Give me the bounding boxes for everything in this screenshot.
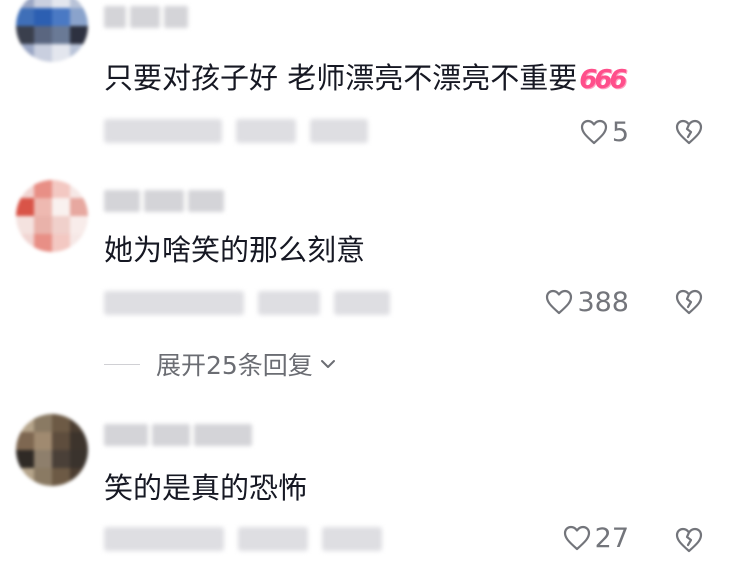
like-button[interactable]: 27: [563, 522, 629, 554]
heart-icon: [580, 119, 607, 145]
avatar-pixel: [34, 8, 52, 26]
chevron-down-icon: [320, 360, 335, 368]
avatar[interactable]: [16, 414, 88, 486]
avatar-pixel: [16, 468, 34, 486]
avatar-pixel: [34, 414, 52, 432]
avatar-pixel: [70, 450, 88, 468]
avatar[interactable]: [16, 0, 88, 62]
username-blurred[interactable]: [104, 424, 252, 450]
avatar-pixel: [70, 26, 88, 44]
broken-heart-icon[interactable]: [675, 526, 703, 554]
expand-replies-label: 展开25条回复: [156, 351, 313, 380]
avatar-pixel: [34, 198, 52, 216]
avatar-pixel: [70, 216, 88, 234]
avatar-pixel: [16, 198, 34, 216]
avatar-pixel: [34, 432, 52, 450]
avatar-pixel: [70, 468, 88, 486]
emoji-666: 666: [579, 65, 627, 95]
avatar-pixel: [16, 234, 34, 252]
heart-icon: [546, 289, 573, 315]
avatar-pixel: [34, 0, 52, 8]
avatar-pixel: [34, 450, 52, 468]
comment-meta-blurred: [104, 288, 390, 318]
avatar-pixel: [52, 26, 70, 44]
comment-text: 笑的是真的恐怖: [104, 471, 308, 505]
avatar-pixel: [70, 44, 88, 62]
like-count: 27: [594, 522, 629, 554]
avatar-pixel: [16, 44, 34, 62]
avatar-pixel: [70, 0, 88, 8]
username-blurred[interactable]: [104, 190, 224, 216]
avatar-pixel: [16, 0, 34, 8]
comment-text: 她为啥笑的那么刻意: [104, 233, 366, 267]
username-blurred[interactable]: [104, 6, 188, 32]
avatar-pixel: [52, 44, 70, 62]
avatar-pixel: [52, 0, 70, 8]
avatar[interactable]: [16, 180, 88, 252]
avatar-pixel: [16, 26, 34, 44]
avatar-pixel: [70, 180, 88, 198]
avatar-pixel: [16, 414, 34, 432]
avatar-pixel: [70, 8, 88, 26]
comment-meta-blurred: [104, 116, 368, 146]
avatar-pixel: [34, 26, 52, 44]
broken-heart-icon[interactable]: [675, 118, 703, 146]
like-button[interactable]: 388: [545, 286, 629, 318]
like-button[interactable]: 5: [580, 116, 629, 148]
avatar-pixel: [16, 216, 34, 234]
avatar-pixel: [16, 8, 34, 26]
comment-meta-blurred: [104, 524, 382, 554]
like-count: 388: [577, 286, 629, 318]
avatar-pixel: [52, 450, 70, 468]
avatar-pixel: [16, 180, 34, 198]
avatar-pixel: [70, 414, 88, 432]
avatar-pixel: [70, 198, 88, 216]
avatar-pixel: [52, 468, 70, 486]
avatar-pixel: [34, 180, 52, 198]
avatar-pixel: [70, 234, 88, 252]
avatar-pixel: [52, 414, 70, 432]
avatar-pixel: [52, 234, 70, 252]
avatar-pixel: [34, 216, 52, 234]
avatar-pixel: [52, 216, 70, 234]
avatar-pixel: [16, 432, 34, 450]
avatar-pixel: [16, 450, 34, 468]
avatar-pixel: [34, 468, 52, 486]
avatar-pixel: [52, 432, 70, 450]
avatar-pixel: [52, 198, 70, 216]
broken-heart-icon[interactable]: [675, 288, 703, 316]
avatar-pixel: [70, 432, 88, 450]
heart-icon: [563, 525, 590, 551]
expand-replies-button[interactable]: 展开25条回复: [104, 346, 337, 382]
avatar-pixel: [52, 8, 70, 26]
divider: [104, 363, 140, 365]
like-count: 5: [611, 116, 629, 148]
comment-text: 只要对孩子好 老师漂亮不漂亮不重要666: [104, 58, 628, 100]
avatar-pixel: [34, 234, 52, 252]
avatar-pixel: [52, 180, 70, 198]
avatar-pixel: [34, 44, 52, 62]
